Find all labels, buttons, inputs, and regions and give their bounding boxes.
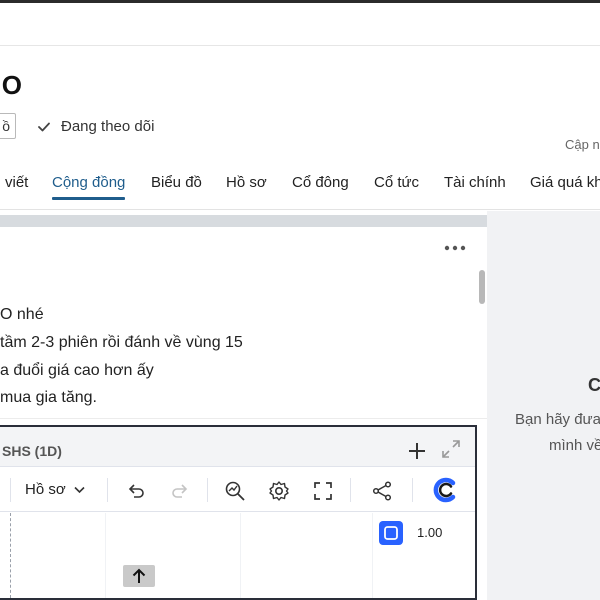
price-scale-value: 1.00 <box>417 525 443 540</box>
tab-financials[interactable]: Tài chính <box>444 174 506 191</box>
post-scrollbar[interactable] <box>479 270 485 304</box>
chart-title: SHS (1D) <box>2 443 62 459</box>
update-time-label: Cập n <box>565 137 600 152</box>
tab-bar: viết Cộng đồng Biểu đồ Hồ sơ Cổ đông Cổ … <box>0 160 600 210</box>
chevron-down-icon <box>74 486 85 493</box>
grid-line <box>105 513 106 598</box>
post-area-header <box>0 215 487 227</box>
tab-dividends[interactable]: Cổ tức <box>374 174 419 191</box>
plus-icon[interactable] <box>408 442 426 460</box>
page-title: .O <box>0 70 23 100</box>
scroll-up-button[interactable] <box>123 565 155 587</box>
chart-widget: SHS (1D) Hồ sơ 1.00 <box>0 425 477 600</box>
gear-icon[interactable] <box>268 480 290 502</box>
fullscreen-icon[interactable] <box>312 480 334 502</box>
chart-header: SHS (1D) <box>0 427 475 467</box>
top-rule <box>0 0 600 3</box>
check-icon <box>38 122 50 131</box>
zoom-icon[interactable] <box>224 480 246 502</box>
post-divider <box>0 418 487 419</box>
side-panel-text: Bạn hãy đưa <box>515 411 600 428</box>
tab-chart[interactable]: Biểu đồ <box>151 174 202 191</box>
top-bar <box>0 0 600 46</box>
toolbar-separator <box>10 478 11 502</box>
chart-profile-dropdown[interactable]: Hồ sơ <box>25 481 85 498</box>
post-text-line: O nhé <box>0 306 44 323</box>
side-panel-text: mình về <box>549 437 600 454</box>
share-icon[interactable] <box>371 480 393 502</box>
arrow-up-icon <box>132 568 146 583</box>
side-panel-title: C <box>588 375 600 395</box>
tab-price-history[interactable]: Giá quá kh <box>530 174 600 191</box>
expand-icon[interactable] <box>441 439 461 459</box>
chart-toolbar: Hồ sơ <box>0 468 475 512</box>
toolbar-separator <box>207 478 208 502</box>
post-text-line: a đuổi giá cao hơn ấy <box>0 362 154 379</box>
post-text-line: tầm 2-3 phiên rồi đánh về vùng 15 <box>0 334 243 351</box>
follow-label: Đang theo dõi <box>61 118 155 135</box>
toolbar-separator <box>350 478 351 502</box>
auto-scale-button[interactable] <box>379 521 403 545</box>
chart-plot-area[interactable]: 1.00 <box>0 513 475 598</box>
redo-icon[interactable] <box>169 480 191 502</box>
toolbar-separator <box>107 478 108 502</box>
tab-community[interactable]: Cộng đồng <box>52 174 126 200</box>
tab-shareholders[interactable]: Cổ đông <box>292 174 349 191</box>
logo-icon <box>433 477 456 503</box>
scale-icon <box>384 526 398 540</box>
tab-profile[interactable]: Hồ sơ <box>226 174 267 191</box>
grid-line <box>240 513 241 598</box>
crosshair-line <box>10 513 11 598</box>
toolbar-separator <box>412 478 413 502</box>
follow-button[interactable]: Đang theo dõi <box>37 118 154 135</box>
exchange-select[interactable]: ồ <box>0 113 16 139</box>
chart-profile-label: Hồ sơ <box>25 481 66 498</box>
undo-icon[interactable] <box>125 480 147 502</box>
post-text-line: mua gia tăng. <box>0 389 97 406</box>
side-panel: C Bạn hãy đưa mình về <box>487 211 600 600</box>
grid-line <box>372 513 373 598</box>
tab-write[interactable]: viết <box>5 174 28 191</box>
more-options-icon[interactable] <box>444 244 466 252</box>
